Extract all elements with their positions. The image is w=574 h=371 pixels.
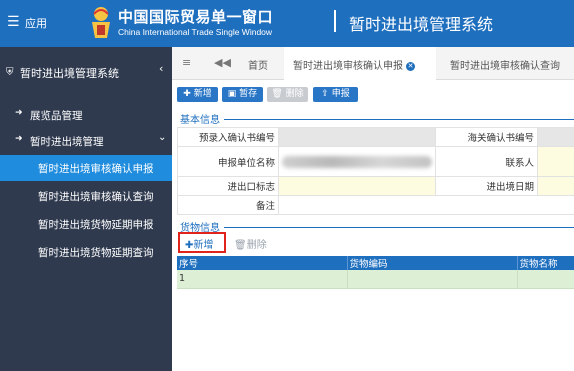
sidebar-subitem-query[interactable]: 暂时进出境审核确认查询 [0, 183, 172, 209]
chevron-down-icon: ⌄ [158, 132, 167, 143]
app-menu-label[interactable]: 应用 [25, 15, 47, 31]
declarant-field [278, 146, 436, 177]
save-draft-button[interactable]: ▣ 暂存 [222, 87, 263, 102]
goods-table-header: 序号 货物编码 货物名称 [177, 256, 574, 270]
sign-in-icon: ➜ [15, 134, 23, 144]
sidebar-subitem-declare[interactable]: 暂时进出境审核确认申报 [0, 155, 172, 181]
sidebar: ⛨ 暂时进出境管理系统 ‹ ➜ 展览品管理 ➜ 暂时进出境管理 ⌄ 暂时进出境审… [0, 47, 172, 371]
single-window-logo [92, 7, 110, 38]
sidebar-system-header[interactable]: ⛨ 暂时进出境管理系统 ‹ [0, 47, 172, 97]
top-header: ☰ 应用 中国国际贸易单一窗口 China International Trad… [0, 0, 574, 47]
table-cell: 1 [177, 270, 348, 289]
menu-icon[interactable]: ☰ [7, 15, 20, 29]
sign-in-icon: ➜ [15, 108, 23, 118]
tab-home[interactable]: 首页 [242, 47, 278, 80]
table-cell [347, 270, 518, 289]
contact-label: 联系人 [435, 146, 538, 177]
brand-title-en: China International Trade Single Window [118, 27, 273, 37]
tab-bar: ≡ ◀◀ 首页 暂时进出境审核确认申报 ✕ 暂时进出境审核确认查询 [172, 47, 574, 80]
delete-button[interactable]: 🗑 删除 [267, 87, 308, 102]
pre-entry-no-field [278, 127, 436, 147]
basic-info-divider [224, 119, 574, 120]
goods-table: 序号 货物编码 货物名称 1 [177, 256, 574, 289]
system-title: 暂时进出境管理系统 [349, 15, 494, 34]
sidebar-item-exhibits[interactable]: ➜ 展览品管理 [0, 102, 172, 128]
port-flag-label: 进出口标志 [177, 176, 279, 196]
contact-input[interactable] [537, 146, 574, 177]
customs-no-field [537, 127, 574, 147]
goods-add-button[interactable]: ✚新增 [185, 236, 213, 251]
submit-button[interactable]: ⇪ 申报 [313, 87, 358, 102]
column-header[interactable]: 序号 [177, 256, 348, 270]
port-date-input[interactable] [537, 176, 574, 196]
system-icon: ⛨ [6, 67, 14, 78]
main-content: ✚ 新增 ▣ 暂存 🗑 删除 ⇪ 申报 基本信息 预录入确认书编号 海关确认书编… [172, 80, 574, 371]
basic-info-title: 基本信息 [180, 115, 220, 126]
basic-info-form: 预录入确认书编号 海关确认书编号 申报单位名称 联系人 进出口标志 进出境日期 … [177, 127, 574, 215]
customs-no-label: 海关确认书编号 [435, 127, 538, 147]
menu-toggle-icon[interactable]: ≡ [182, 56, 191, 69]
column-header[interactable]: 货物名称 [517, 256, 574, 270]
brand-title-cn: 中国国际贸易单一窗口 [118, 8, 274, 26]
remarks-label: 备注 [177, 195, 279, 215]
pre-entry-no-label: 预录入确认书编号 [177, 127, 279, 147]
goods-info-divider [224, 227, 574, 228]
remarks-input[interactable] [278, 195, 574, 215]
table-row[interactable]: 1 [177, 270, 574, 289]
declarant-label: 申报单位名称 [177, 146, 279, 177]
scroll-left-icon[interactable]: ◀◀ [214, 56, 231, 69]
table-cell [517, 270, 574, 289]
redacted-text [282, 155, 432, 168]
port-date-label: 进出境日期 [435, 176, 538, 196]
tab-query[interactable]: 暂时进出境审核确认查询 [444, 47, 574, 80]
sidebar-system-label: 暂时进出境管理系统 [20, 67, 119, 80]
sidebar-subitem-extension-declare[interactable]: 暂时进出境货物延期申报 [0, 211, 172, 237]
sidebar-subitem-extension-query[interactable]: 暂时进出境货物延期查询 [0, 239, 172, 265]
close-icon[interactable]: ✕ [406, 62, 415, 71]
header-divider [334, 10, 336, 32]
goods-delete-button[interactable]: 🗑删除 [234, 236, 267, 251]
collapse-chevron-icon[interactable]: ‹ [159, 62, 163, 75]
column-header[interactable]: 货物编码 [347, 256, 518, 270]
sidebar-item-temp-import-export[interactable]: ➜ 暂时进出境管理 ⌄ [0, 128, 172, 154]
add-button[interactable]: ✚ 新增 [177, 87, 218, 102]
tab-declare[interactable]: 暂时进出境审核确认申报 ✕ [284, 47, 436, 80]
port-flag-select[interactable] [278, 176, 436, 196]
